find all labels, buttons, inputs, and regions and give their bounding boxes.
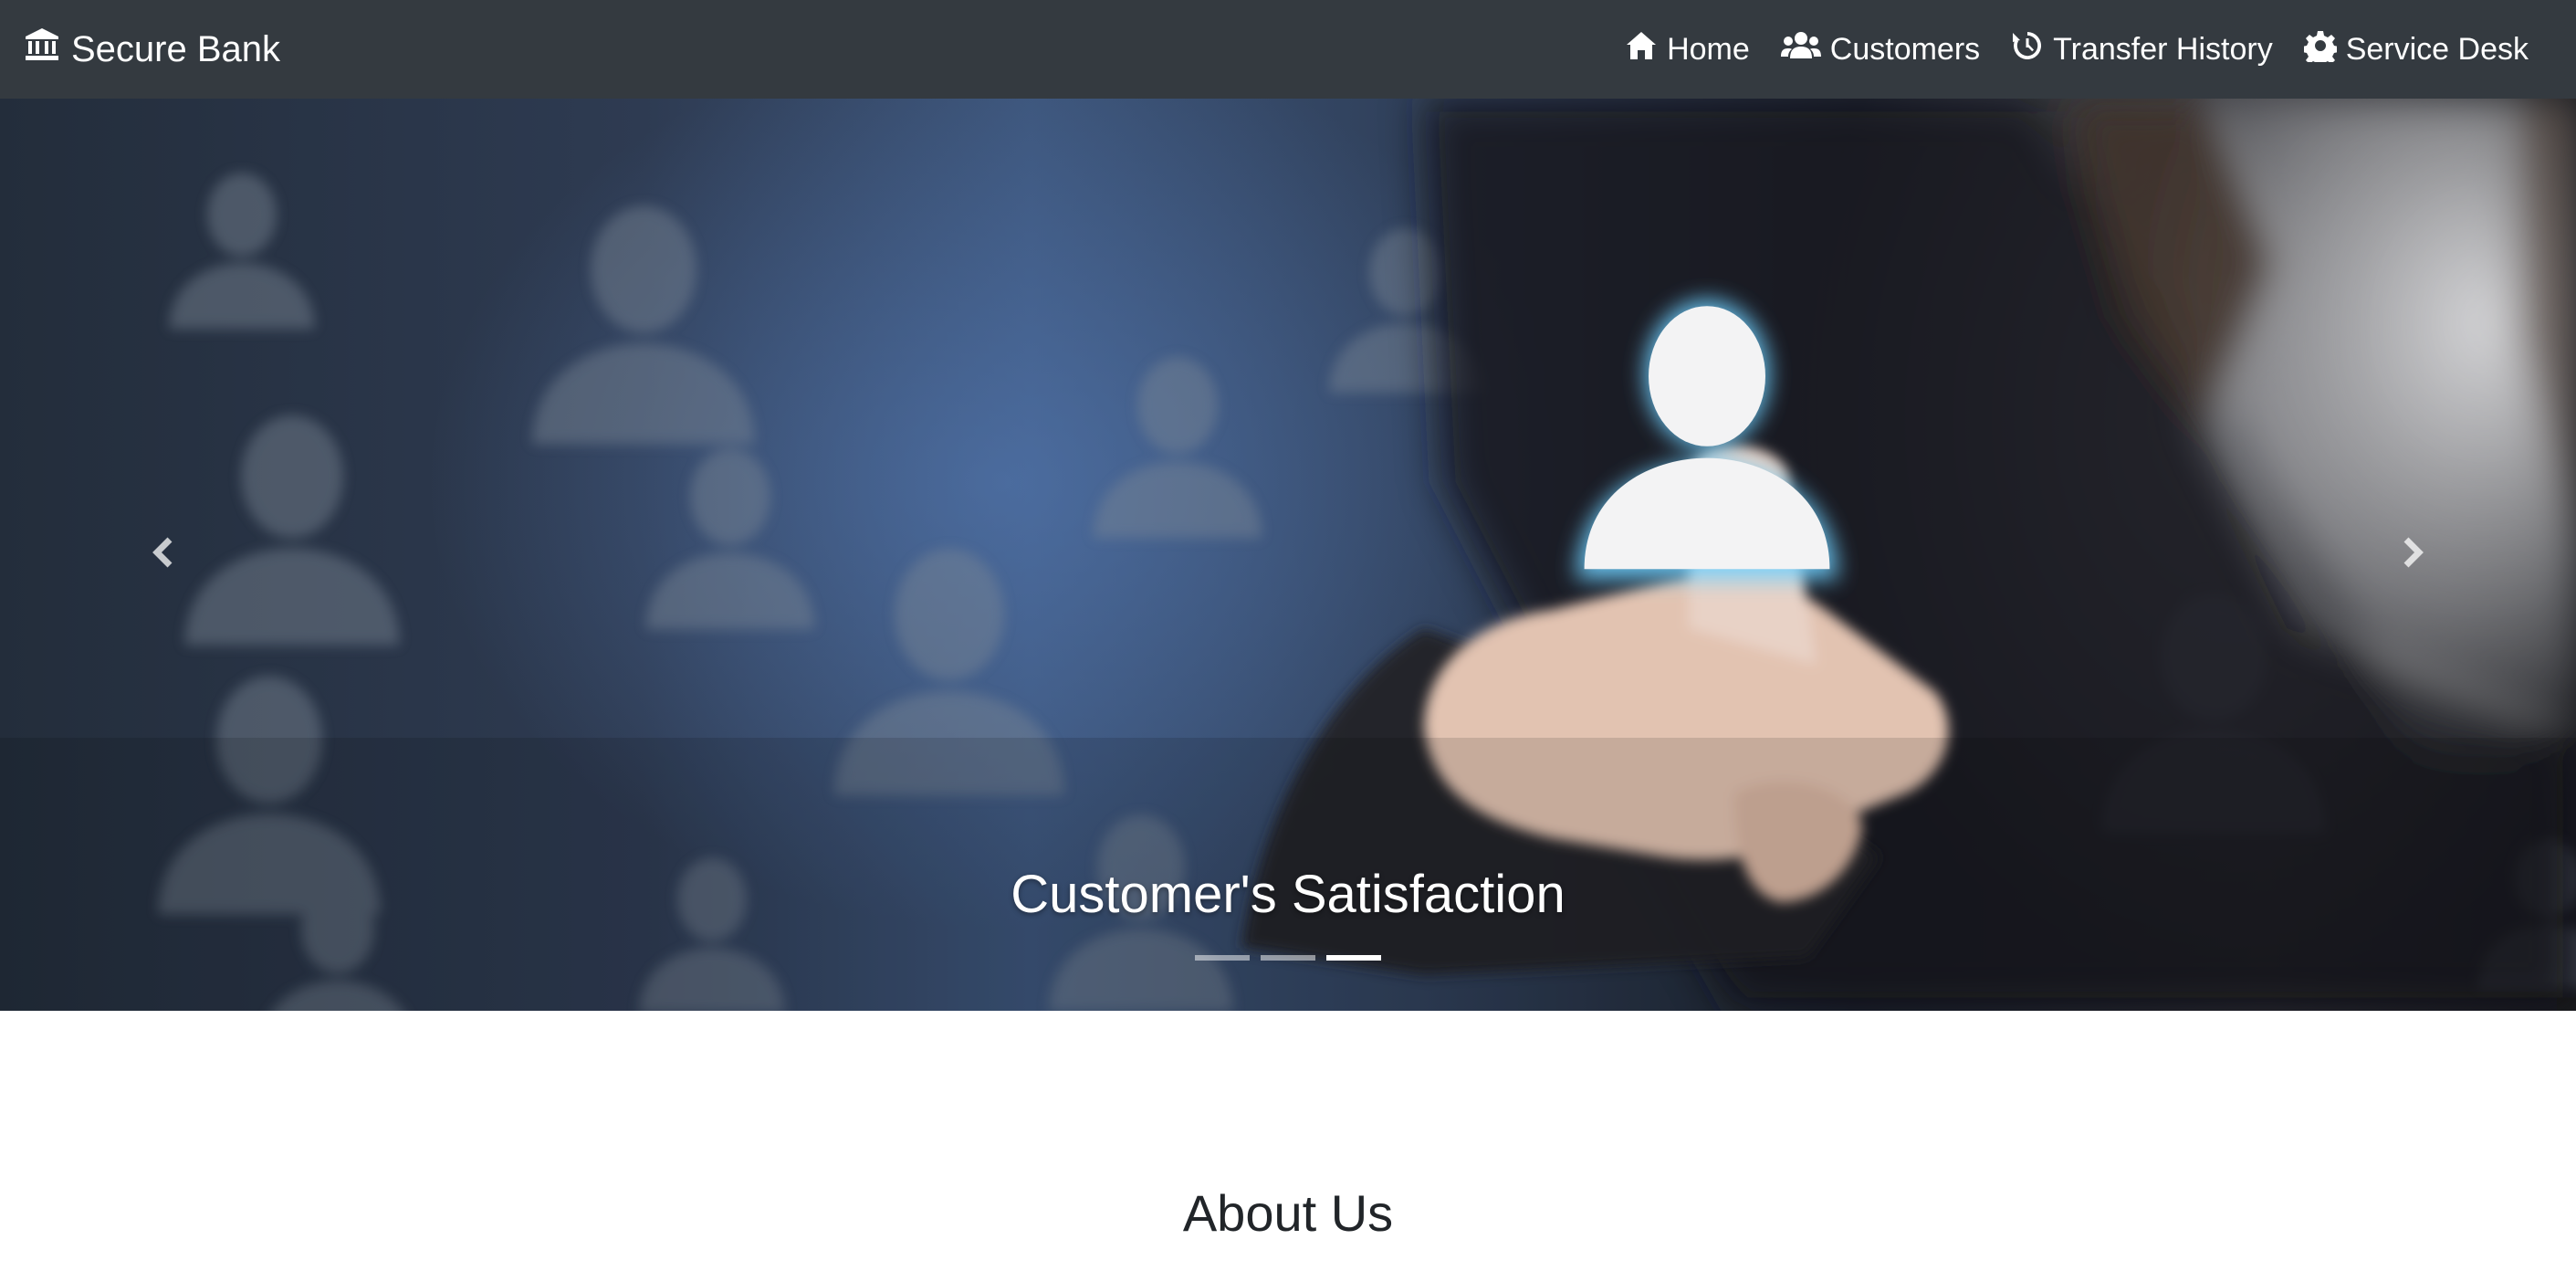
- about-us-heading: About Us: [1182, 1184, 1394, 1242]
- carousel-indicator[interactable]: [1195, 955, 1250, 961]
- users-icon: [1780, 29, 1821, 70]
- nav-transfer-history-label: Transfer History: [2053, 31, 2273, 67]
- nav-customers[interactable]: Customers: [1780, 29, 1981, 70]
- nav-links: Home Customers Transfer History Service …: [1625, 0, 2529, 99]
- carousel-indicators: [0, 955, 2576, 961]
- chevron-right-icon: [2393, 534, 2430, 575]
- nav-service-desk[interactable]: Service Desk: [2301, 29, 2529, 70]
- nav-customers-label: Customers: [1829, 31, 1981, 67]
- brand-label: Secure Bank: [71, 28, 281, 69]
- nav-home[interactable]: Home: [1625, 29, 1750, 70]
- bank-icon: [24, 26, 60, 72]
- home-icon: [1625, 29, 1658, 70]
- nav-home-label: Home: [1667, 31, 1750, 67]
- brand-link[interactable]: Secure Bank: [24, 0, 280, 99]
- gear-icon: [2301, 29, 2339, 70]
- carousel-indicator[interactable]: [1326, 955, 1381, 961]
- carousel-indicator[interactable]: [1261, 955, 1315, 961]
- nav-transfer-history[interactable]: Transfer History: [2011, 29, 2273, 70]
- carousel-caption: Customer's Satisfaction: [1011, 865, 1565, 924]
- history-icon: [2011, 29, 2044, 70]
- nav-service-desk-label: Service Desk: [2345, 31, 2529, 67]
- navbar: Secure Bank Home Customers Transfer Hist…: [0, 0, 2576, 99]
- hero-carousel: Customer's Satisfaction: [0, 99, 2576, 1011]
- chevron-left-icon: [146, 534, 183, 575]
